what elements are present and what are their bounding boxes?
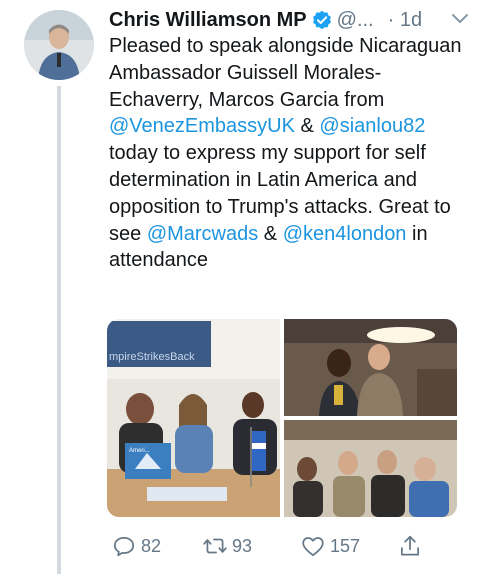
photo-sign-text: Ameri... (129, 448, 150, 454)
verified-badge-icon (312, 10, 332, 30)
tweet-text-segment: & (258, 222, 283, 245)
tweet-text-segment: Pleased to speak alongside Nicaraguan Am… (109, 35, 462, 111)
tweet-timestamp[interactable]: · 1d (388, 9, 422, 32)
like-icon (302, 537, 324, 557)
mention-link[interactable]: @VenezEmbassyUK (109, 115, 295, 137)
tweet-text-segment: & (294, 115, 320, 138)
mention-link[interactable]: @ken4london (283, 223, 407, 245)
tweet-header: Chris Williamson MP @... · 1d (109, 6, 469, 34)
retweet-count: 93 (232, 535, 253, 556)
media-photo-top-right[interactable] (284, 319, 457, 416)
author-handle[interactable]: @... (337, 9, 374, 32)
tweet-actions: 82 93 157 (107, 533, 467, 563)
like-button[interactable]: 157 (300, 533, 360, 559)
thread-line (57, 86, 61, 574)
retweet-icon (203, 538, 227, 554)
share-button[interactable] (397, 533, 427, 559)
mention-link[interactable]: @sianlou82 (319, 115, 425, 137)
author-avatar[interactable] (24, 10, 94, 80)
retweet-button[interactable]: 93 (202, 533, 252, 559)
reply-button[interactable]: 82 (111, 533, 161, 559)
author-name[interactable]: Chris Williamson MP (109, 9, 307, 32)
like-count: 157 (330, 535, 361, 556)
reply-count: 82 (141, 535, 162, 556)
photo-banner-text: mpireStrikesBack (109, 351, 195, 363)
media-photo-bottom-right[interactable] (284, 420, 457, 517)
share-icon (401, 535, 419, 556)
reply-icon (113, 537, 135, 557)
tweet-text: Pleased to speak alongside Nicaraguan Am… (109, 33, 469, 274)
media-photo-left[interactable]: mpireStrikesBack Ameri... (107, 319, 280, 517)
mention-link[interactable]: @Marcwads (147, 223, 258, 245)
chevron-down-icon[interactable] (451, 12, 469, 26)
tweet-media-grid: mpireStrikesBack Ameri... (107, 319, 457, 517)
